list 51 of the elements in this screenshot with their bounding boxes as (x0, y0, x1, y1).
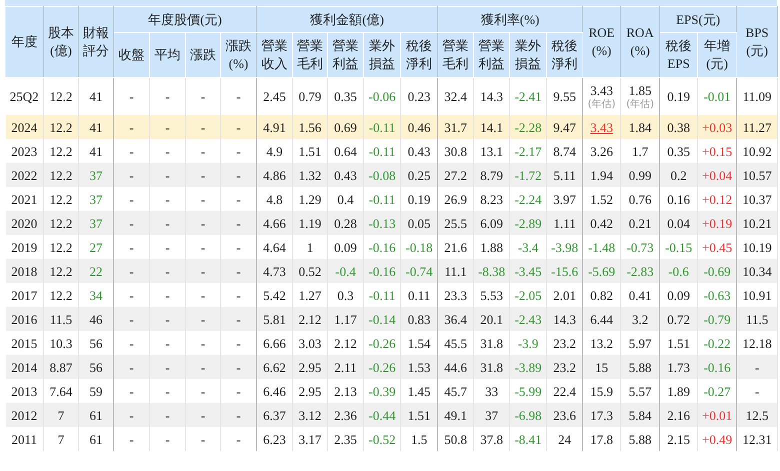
table-cell: 61 (78, 427, 114, 451)
column-header: 營業毛利 (292, 32, 328, 78)
column-header: 營業利益 (328, 32, 364, 78)
table-cell: -0.52 (364, 427, 401, 451)
table-cell: 24 (546, 427, 583, 451)
column-header: 漲跌 (186, 32, 220, 78)
table-cell: 3.17 (292, 427, 328, 451)
column-header: 年增 (元) (698, 32, 737, 78)
column-header: 營業利益 (474, 32, 510, 78)
column-header: 稅後淨利 (546, 32, 583, 78)
table-cell: - (114, 427, 150, 451)
column-header: 財報評分 (78, 6, 114, 78)
column-header: 年度股價(元) (114, 6, 257, 32)
column-header: 年度 (6, 6, 44, 78)
table-cell: 50.8 (438, 427, 474, 451)
column-header: 業外損益 (510, 32, 547, 78)
column-header: 平均 (150, 32, 186, 78)
table-cell: -8.41 (510, 427, 547, 451)
column-header: 股本 (億) (44, 6, 78, 78)
column-header: 獲利金額(億) (256, 6, 438, 32)
estimate-note: (年估) (625, 98, 656, 110)
table-cell: 2011 (6, 427, 44, 451)
value-link[interactable]: 3.43 (590, 120, 613, 134)
column-header: 獲利率(%) (438, 6, 583, 32)
cell-value: 1.85 (628, 82, 652, 98)
cell-value: 3.43 (589, 82, 614, 98)
table-cell: 2.35 (328, 427, 364, 451)
column-header: 漲跌 (%) (220, 32, 257, 78)
table-cell: 5.88 (620, 427, 660, 451)
column-header: 稅後淨利 (400, 32, 438, 78)
table-cell: - (186, 427, 220, 451)
table-cell: - (150, 427, 186, 451)
table-cell: 7 (44, 427, 78, 451)
table-cell: 17.8 (582, 427, 621, 451)
table-cell: 12.31 (736, 427, 778, 451)
column-header: 稅後 EPS (660, 32, 698, 78)
column-header: 營業收入 (256, 32, 293, 78)
column-header: EPS(元) (660, 6, 737, 32)
column-header: 收盤 (114, 32, 150, 78)
table-cell: 1.5 (400, 427, 438, 451)
table-cell: 6.23 (256, 427, 293, 451)
table-cell: 37.8 (474, 427, 510, 451)
estimate-note: (年估) (586, 98, 617, 110)
column-header: BPS (元) (736, 6, 778, 78)
table-cell: 2.15 (660, 427, 698, 451)
column-header: 營業毛利 (438, 32, 474, 78)
table-cell: +0.49 (698, 427, 737, 451)
table-cell: - (220, 427, 257, 451)
column-header: ROE (%) (582, 6, 621, 78)
column-header: 業外損益 (364, 32, 401, 78)
column-header: ROA (%) (620, 6, 660, 78)
